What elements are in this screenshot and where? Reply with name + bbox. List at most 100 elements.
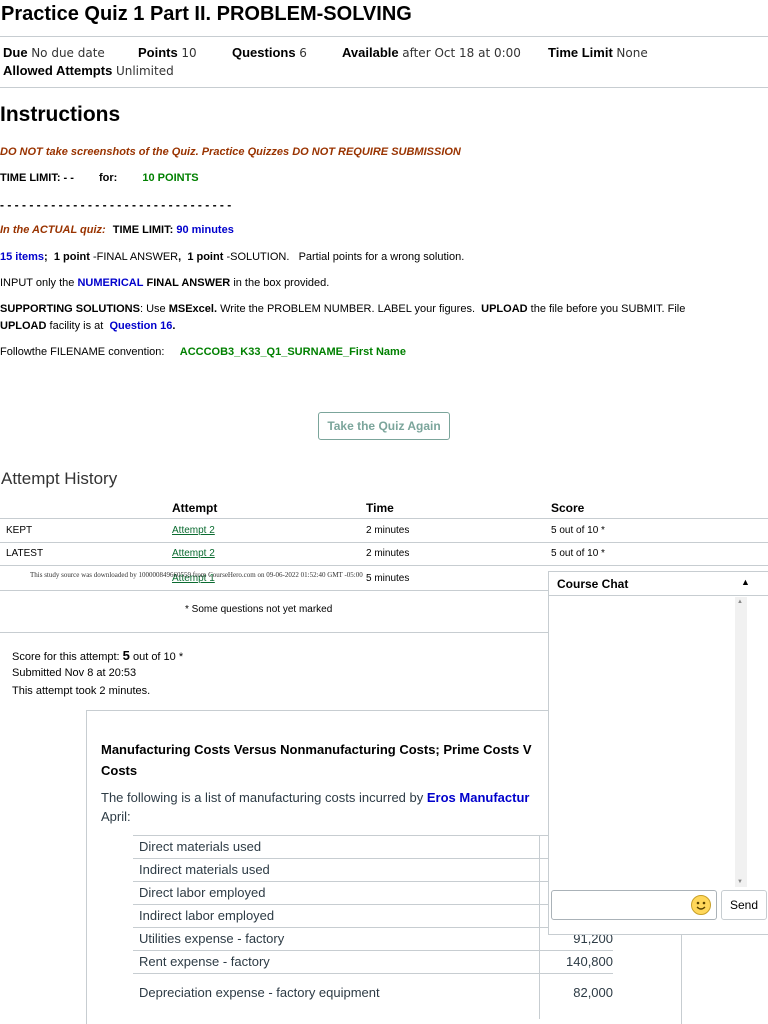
cost-label: Indirect materials used: [139, 862, 270, 877]
problem-number-text: Write the PROBLEM NUMBER. LABEL your fig…: [220, 303, 476, 315]
header-divider: [0, 36, 768, 37]
meta-points: Points 10: [138, 45, 197, 60]
course-chat-panel: Course Chat ▲ ▲ ▼ Send: [548, 571, 768, 935]
cost-row: Indirect labor employed: [133, 905, 613, 928]
instruction-line-6: SUPPORTING SOLUTIONS: Use MSExcel. Write…: [0, 303, 685, 315]
actual-time-limit-label: TIME LIMIT:: [112, 224, 174, 236]
history-row-divider: [0, 542, 768, 543]
actual-quiz-text: In the ACTUAL quiz:: [0, 224, 106, 236]
points-text: 10 POINTS: [142, 172, 199, 184]
history-row-divider: [0, 565, 768, 566]
attempt-duration: This attempt took 2 minutes.: [12, 685, 151, 697]
column-header-time: Time: [366, 501, 394, 515]
attempt-link-kept[interactable]: Attempt 2: [172, 525, 215, 536]
cost-label: Indirect labor employed: [139, 908, 275, 923]
for-text: for:: [99, 172, 118, 184]
before-submit-text: the file before you SUBMIT. File: [530, 303, 686, 315]
question-intro: The following is a list of manufacturing…: [101, 788, 561, 826]
row-kept-score: 5 out of 10 *: [551, 525, 605, 536]
attempt-link-latest[interactable]: Attempt 2: [172, 548, 215, 559]
meta-attempts: Allowed Attempts Unlimited: [3, 63, 174, 78]
row-kept-time: 2 minutes: [366, 525, 410, 536]
score-label: Score for this attempt:: [12, 651, 120, 663]
column-header-score: Score: [551, 501, 585, 515]
cost-label: Direct materials used: [139, 839, 262, 854]
no-screenshot-notice: DO NOT take screenshots of the Quiz. Pra…: [0, 146, 461, 158]
send-button[interactable]: Send: [721, 890, 767, 920]
partial-points-text: Partial points for a wrong solution.: [298, 251, 465, 263]
upload-facility-label: UPLOAD: [0, 320, 47, 332]
instruction-line-1: DO NOT take screenshots of the Quiz. Pra…: [0, 146, 461, 158]
cost-label: Depreciation expense - factory equipment: [139, 985, 380, 1000]
take-quiz-again-button[interactable]: Take the Quiz Again: [318, 412, 450, 440]
column-header-attempt: Attempt: [172, 501, 218, 515]
time-limit-text: TIME LIMIT: - -: [0, 172, 74, 184]
chat-scrollbar[interactable]: ▲ ▼: [735, 597, 747, 887]
chat-title: Course Chat: [557, 577, 629, 591]
instruction-line-7: UPLOAD facility is at Question 16.: [0, 320, 175, 332]
time-limit-value: None: [616, 46, 648, 60]
actual-time-limit-value: 90 minutes: [176, 224, 234, 236]
final-answer-points: 1 point: [53, 251, 90, 263]
instructions-heading: Instructions: [0, 103, 121, 126]
questions-label: Questions: [232, 45, 296, 60]
submitted-time: Submitted Nov 8 at 20:53: [12, 667, 137, 679]
numerical-text: NUMERICAL: [77, 277, 144, 289]
points-value: 10: [181, 46, 197, 60]
quiz-title: Practice Quiz 1 Part II. PROBLEM-SOLVING: [1, 3, 412, 25]
time-limit-label: Time Limit: [548, 45, 613, 60]
meta-divider: [0, 87, 768, 88]
attempt-score: Score for this attempt: 5 out of 10 *: [12, 648, 183, 663]
meta-time-limit: Time Limit None: [548, 45, 648, 60]
due-value: No due date: [31, 46, 105, 60]
row-latest-time: 2 minutes: [366, 548, 410, 559]
question-16-period: .: [172, 320, 176, 332]
emoji-icon[interactable]: [691, 895, 711, 915]
facility-at-text: facility is at: [49, 320, 104, 332]
question-16-text: Question 16: [109, 320, 173, 332]
instruction-line-3: In the ACTUAL quiz: TIME LIMIT: 90 minut…: [0, 224, 234, 236]
cost-value: 82,000: [573, 985, 613, 1000]
instruction-line-4: 15 items; 1 point -FINAL ANSWER, 1 point…: [0, 251, 464, 263]
attempt-history-heading: Attempt History: [1, 469, 118, 488]
row-latest-label: LATEST: [6, 548, 44, 559]
question-title-line-1: Manufacturing Costs Versus Nonmanufactur…: [101, 742, 532, 757]
question-title: Manufacturing Costs Versus Nonmanufactur…: [101, 739, 561, 781]
score-suffix: out of 10 *: [132, 651, 184, 663]
due-label: Due: [3, 45, 28, 60]
scroll-down-icon[interactable]: ▼: [737, 879, 743, 885]
chat-header[interactable]: Course Chat ▲: [549, 572, 768, 596]
items-count: 15 items: [0, 251, 45, 263]
points-comma: ,: [178, 251, 182, 263]
score-value: 5: [122, 648, 130, 663]
cost-row: Indirect materials used: [133, 859, 613, 882]
cost-table-column-divider: [539, 836, 540, 1019]
cost-label: Rent expense - factory: [139, 954, 270, 969]
msexcel-text: MSExcel.: [168, 303, 218, 315]
attempts-value: Unlimited: [115, 64, 174, 78]
box-provided-text: in the box provided.: [233, 277, 330, 289]
company-name: Eros Manufactur: [426, 790, 530, 805]
available-label: Available: [342, 45, 399, 60]
instruction-line-8: Followthe FILENAME convention: ACCCOB3_K…: [0, 346, 406, 358]
available-value: after Oct 18 at 0:00: [402, 46, 521, 60]
row-latest-score: 5 out of 10 *: [551, 548, 605, 559]
upload-text: UPLOAD: [481, 303, 528, 315]
input-only-text: INPUT only the: [0, 277, 75, 289]
final-answer-label: FINAL ANSWER: [146, 277, 231, 289]
meta-due: Due No due date: [3, 45, 105, 60]
meta-questions: Questions 6: [232, 45, 307, 60]
use-text: : Use: [139, 303, 166, 315]
cost-row: Direct materials used: [133, 836, 613, 859]
instruction-line-5: INPUT only the NUMERICAL FINAL ANSWER in…: [0, 277, 329, 289]
cost-row: Direct labor employed: [133, 882, 613, 905]
cost-row: Depreciation expense - factory equipment…: [133, 974, 613, 1019]
final-answer-text: -FINAL ANSWER: [92, 251, 179, 263]
filename-convention-text: Followthe FILENAME convention:: [0, 346, 165, 358]
supporting-solutions-label: SUPPORTING SOLUTIONS: [0, 303, 140, 315]
history-footnote: * Some questions not yet marked: [185, 604, 333, 615]
caret-up-icon[interactable]: ▲: [741, 577, 750, 587]
solution-points: 1 point: [187, 251, 224, 263]
items-semicolon: ;: [44, 251, 48, 263]
scroll-up-icon[interactable]: ▲: [737, 599, 743, 605]
